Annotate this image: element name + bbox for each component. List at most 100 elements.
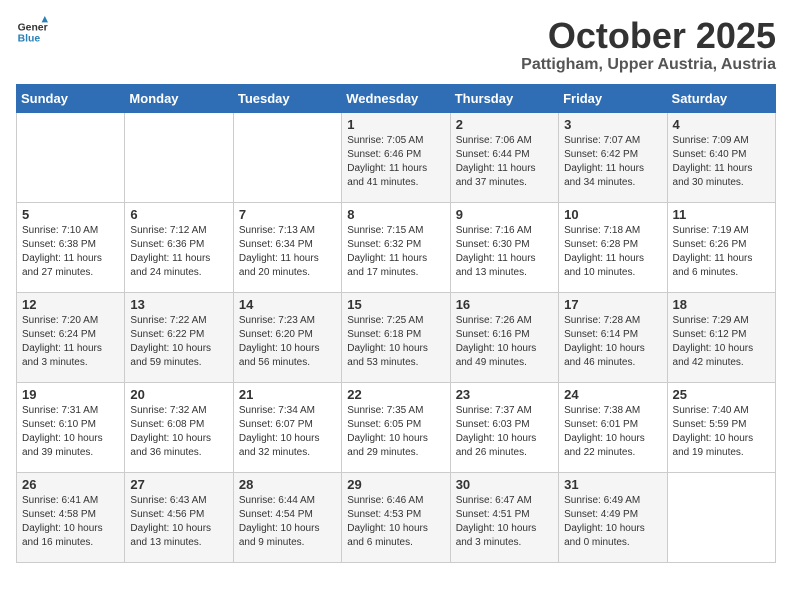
header-sunday: Sunday <box>17 84 125 112</box>
day-info: Sunrise: 7:05 AM Sunset: 6:46 PM Dayligh… <box>347 134 444 190</box>
day-number: 25 <box>673 387 770 402</box>
day-info: Sunrise: 7:31 AM Sunset: 6:10 PM Dayligh… <box>22 404 119 460</box>
header-friday: Friday <box>559 84 667 112</box>
day-info: Sunrise: 7:12 AM Sunset: 6:36 PM Dayligh… <box>130 224 227 280</box>
day-info: Sunrise: 7:26 AM Sunset: 6:16 PM Dayligh… <box>456 314 553 370</box>
header-thursday: Thursday <box>450 84 558 112</box>
day-number: 31 <box>564 477 661 492</box>
day-info: Sunrise: 7:37 AM Sunset: 6:03 PM Dayligh… <box>456 404 553 460</box>
table-row: 10 Sunrise: 7:18 AM Sunset: 6:28 PM Dayli… <box>559 202 667 292</box>
day-info: Sunrise: 6:43 AM Sunset: 4:56 PM Dayligh… <box>130 494 227 550</box>
day-number: 5 <box>22 207 119 222</box>
day-info: Sunrise: 7:07 AM Sunset: 6:42 PM Dayligh… <box>564 134 661 190</box>
logo: General Blue <box>16 16 52 48</box>
day-number: 22 <box>347 387 444 402</box>
table-row: 7Sunrise: 7:13 AM Sunset: 6:34 PM Daylig… <box>233 202 341 292</box>
day-number: 19 <box>22 387 119 402</box>
table-row: 17Sunrise: 7:28 AM Sunset: 6:14 PM Dayli… <box>559 292 667 382</box>
table-row: 15 Sunrise: 7:25 AM Sunset: 6:18 PM Dayli… <box>342 292 450 382</box>
day-info: Sunrise: 6:47 AM Sunset: 4:51 PM Dayligh… <box>456 494 553 550</box>
day-number: 10 <box>564 207 661 222</box>
day-info: Sunrise: 7:10 AM Sunset: 6:38 PM Dayligh… <box>22 224 119 280</box>
table-row: 11Sunrise: 7:19 AM Sunset: 6:26 PM Dayli… <box>667 202 775 292</box>
table-row: 9 Sunrise: 7:16 AM Sunset: 6:30 PM Daylig… <box>450 202 558 292</box>
day-info: Sunrise: 7:16 AM Sunset: 6:30 PM Dayligh… <box>456 224 553 280</box>
weekday-header-row: Sunday Monday Tuesday Wednesday Thursday… <box>17 84 776 112</box>
week-row-5: 26 Sunrise: 6:41 AM Sunset: 4:58 PM Dayli… <box>17 472 776 562</box>
table-row: 8Sunrise: 7:15 AM Sunset: 6:32 PM Daylig… <box>342 202 450 292</box>
svg-text:General: General <box>18 22 48 33</box>
table-row: 26 Sunrise: 6:41 AM Sunset: 4:58 PM Dayli… <box>17 472 125 562</box>
table-row <box>17 112 125 202</box>
week-row-3: 12 Sunrise: 7:20 AM Sunset: 6:24 PM Dayli… <box>17 292 776 382</box>
title-block: October 2025 Pattigham, Upper Austria, A… <box>521 16 776 74</box>
day-number: 21 <box>239 387 336 402</box>
day-number: 9 <box>456 207 553 222</box>
logo-icon: General Blue <box>16 16 48 48</box>
table-row: 31Sunrise: 6:49 AM Sunset: 4:49 PM Dayli… <box>559 472 667 562</box>
day-number: 12 <box>22 297 119 312</box>
day-info: Sunrise: 7:40 AM Sunset: 5:59 PM Dayligh… <box>673 404 770 460</box>
day-number: 15 <box>347 297 444 312</box>
table-row: 5 Sunrise: 7:10 AM Sunset: 6:38 PM Daylig… <box>17 202 125 292</box>
day-number: 14 <box>239 297 336 312</box>
header-saturday: Saturday <box>667 84 775 112</box>
table-row: 18Sunrise: 7:29 AM Sunset: 6:12 PM Dayli… <box>667 292 775 382</box>
day-number: 30 <box>456 477 553 492</box>
day-info: Sunrise: 7:20 AM Sunset: 6:24 PM Dayligh… <box>22 314 119 370</box>
day-number: 6 <box>130 207 227 222</box>
table-row: 29 Sunrise: 6:46 AM Sunset: 4:53 PM Dayli… <box>342 472 450 562</box>
day-info: Sunrise: 7:09 AM Sunset: 6:40 PM Dayligh… <box>673 134 770 190</box>
day-number: 2 <box>456 117 553 132</box>
day-number: 23 <box>456 387 553 402</box>
day-number: 13 <box>130 297 227 312</box>
table-row <box>667 472 775 562</box>
table-row: 16 Sunrise: 7:26 AM Sunset: 6:16 PM Dayli… <box>450 292 558 382</box>
day-number: 3 <box>564 117 661 132</box>
day-number: 7 <box>239 207 336 222</box>
table-row: 27 Sunrise: 6:43 AM Sunset: 4:56 PM Dayli… <box>125 472 233 562</box>
day-number: 4 <box>673 117 770 132</box>
table-row: 23 Sunrise: 7:37 AM Sunset: 6:03 PM Dayli… <box>450 382 558 472</box>
week-row-2: 5 Sunrise: 7:10 AM Sunset: 6:38 PM Daylig… <box>17 202 776 292</box>
day-number: 24 <box>564 387 661 402</box>
table-row: 25 Sunrise: 7:40 AM Sunset: 5:59 PM Dayli… <box>667 382 775 472</box>
day-number: 29 <box>347 477 444 492</box>
table-row <box>125 112 233 202</box>
day-info: Sunrise: 7:15 AM Sunset: 6:32 PM Dayligh… <box>347 224 444 280</box>
day-info: Sunrise: 7:34 AM Sunset: 6:07 PM Dayligh… <box>239 404 336 460</box>
table-row: 13Sunrise: 7:22 AM Sunset: 6:22 PM Dayli… <box>125 292 233 382</box>
day-number: 16 <box>456 297 553 312</box>
day-info: Sunrise: 7:06 AM Sunset: 6:44 PM Dayligh… <box>456 134 553 190</box>
day-info: Sunrise: 6:41 AM Sunset: 4:58 PM Dayligh… <box>22 494 119 550</box>
header-tuesday: Tuesday <box>233 84 341 112</box>
day-number: 17 <box>564 297 661 312</box>
day-number: 27 <box>130 477 227 492</box>
table-row: 20 Sunrise: 7:32 AM Sunset: 6:08 PM Dayli… <box>125 382 233 472</box>
table-row: 22 Sunrise: 7:35 AM Sunset: 6:05 PM Dayli… <box>342 382 450 472</box>
day-info: Sunrise: 7:18 AM Sunset: 6:28 PM Dayligh… <box>564 224 661 280</box>
table-row <box>233 112 341 202</box>
day-info: Sunrise: 7:38 AM Sunset: 6:01 PM Dayligh… <box>564 404 661 460</box>
table-row: 19 Sunrise: 7:31 AM Sunset: 6:10 PM Dayli… <box>17 382 125 472</box>
svg-text:Blue: Blue <box>18 34 41 45</box>
table-row: 28 Sunrise: 6:44 AM Sunset: 4:54 PM Dayli… <box>233 472 341 562</box>
day-info: Sunrise: 7:35 AM Sunset: 6:05 PM Dayligh… <box>347 404 444 460</box>
header-wednesday: Wednesday <box>342 84 450 112</box>
day-info: Sunrise: 7:32 AM Sunset: 6:08 PM Dayligh… <box>130 404 227 460</box>
table-row: 2 Sunrise: 7:06 AM Sunset: 6:44 PM Daylig… <box>450 112 558 202</box>
page-header: General Blue October 2025 Pattigham, Upp… <box>16 16 776 74</box>
day-info: Sunrise: 6:44 AM Sunset: 4:54 PM Dayligh… <box>239 494 336 550</box>
calendar-subtitle: Pattigham, Upper Austria, Austria <box>521 56 776 74</box>
table-row: 3 Sunrise: 7:07 AM Sunset: 6:42 PM Daylig… <box>559 112 667 202</box>
day-number: 26 <box>22 477 119 492</box>
table-row: 6 Sunrise: 7:12 AM Sunset: 6:36 PM Daylig… <box>125 202 233 292</box>
day-number: 28 <box>239 477 336 492</box>
day-number: 18 <box>673 297 770 312</box>
table-row: 14Sunrise: 7:23 AM Sunset: 6:20 PM Dayli… <box>233 292 341 382</box>
calendar-table: Sunday Monday Tuesday Wednesday Thursday… <box>16 84 776 563</box>
calendar-title: October 2025 <box>521 16 776 56</box>
day-info: Sunrise: 7:25 AM Sunset: 6:18 PM Dayligh… <box>347 314 444 370</box>
day-info: Sunrise: 6:46 AM Sunset: 4:53 PM Dayligh… <box>347 494 444 550</box>
day-number: 20 <box>130 387 227 402</box>
